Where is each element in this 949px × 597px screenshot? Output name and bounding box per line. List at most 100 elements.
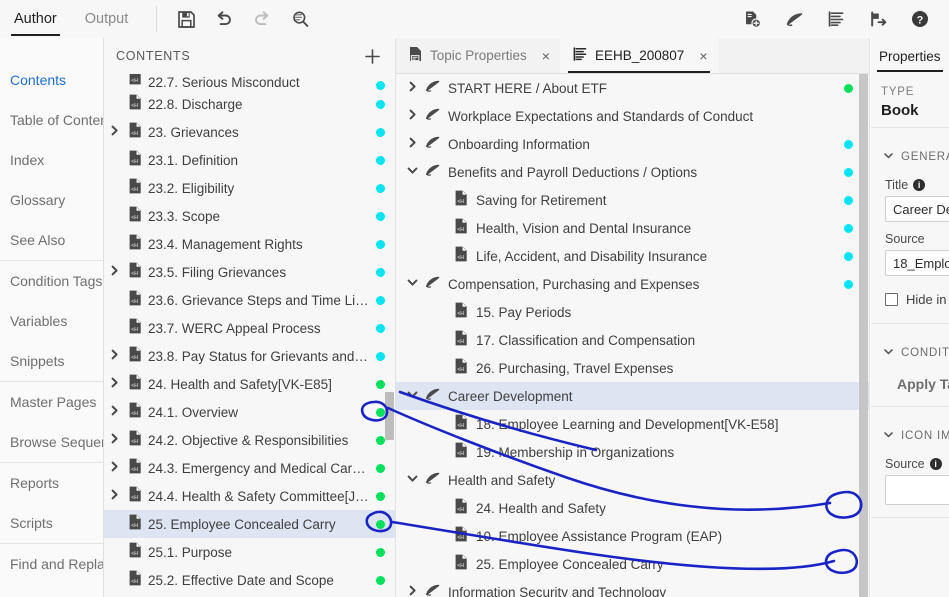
toc-tree[interactable]: START HERE / About ETF Workplace Expectat… (396, 74, 869, 597)
tab-close-icon[interactable]: × (542, 49, 550, 63)
list-item[interactable]: <H 19. Membership in Organizations (396, 438, 869, 466)
tree-twisty[interactable] (402, 163, 422, 181)
tab-properties[interactable]: Properties (871, 38, 949, 74)
table-row[interactable]: <H 25. Employee Concealed Carry (104, 510, 395, 538)
publish-button[interactable] (861, 2, 895, 36)
table-row[interactable]: <H 23.1. Definition (104, 146, 395, 174)
ribbon-tab-output[interactable]: Output (71, 0, 143, 38)
main-scrollbar-thumb[interactable] (859, 74, 868, 597)
chevron-right-icon[interactable] (109, 123, 120, 141)
table-row[interactable]: <H 24.4. Health & Safety Committee[JM… (104, 482, 395, 510)
list-item[interactable]: Information Security and Technology (396, 578, 869, 597)
info-icon[interactable]: i (929, 458, 942, 470)
table-row[interactable]: <H 23.2. Eligibility (104, 174, 395, 202)
hide-in-checkbox-row[interactable]: Hide in (881, 276, 946, 307)
icon-source-field[interactable] (885, 475, 949, 505)
tree-twisty[interactable] (402, 107, 422, 125)
table-row[interactable]: <H 23.8. Pay Status for Grievants and Re… (104, 342, 395, 370)
find-in-files-button[interactable] (283, 2, 317, 36)
icon-image-section-header[interactable]: ICON IMAG (881, 415, 949, 447)
add-content-button[interactable] (361, 45, 383, 67)
list-item[interactable]: <H 25. Employee Concealed Carry (396, 550, 869, 578)
list-item[interactable]: <H Health, Vision and Dental Insurance (396, 214, 869, 242)
chevron-right-icon[interactable] (407, 107, 418, 125)
title-field[interactable]: Career De (885, 196, 949, 222)
tree-twisty[interactable] (402, 471, 422, 489)
ribbon-tab-author[interactable]: Author (0, 0, 71, 38)
table-row[interactable]: <H 23.3. Scope (104, 202, 395, 230)
table-row[interactable]: <H 24.1. Overview (104, 398, 395, 426)
list-item[interactable]: Onboarding Information (396, 130, 869, 158)
chevron-right-icon[interactable] (109, 403, 120, 421)
sidebar-item-variables[interactable]: Variables (0, 301, 103, 341)
list-item[interactable]: <H 15. Pay Periods (396, 298, 869, 326)
list-item[interactable]: <H 17. Classification and Compensation (396, 326, 869, 354)
highlighter-button[interactable] (777, 2, 811, 36)
tree-twisty[interactable] (104, 431, 124, 449)
list-item[interactable]: <H Saving for Retirement (396, 186, 869, 214)
sidebar-item-table-of-contents[interactable]: Table of Contents (0, 100, 103, 140)
table-row[interactable]: <H 24. Health and Safety[VK-E85] (104, 370, 395, 398)
sidebar-item-find-and-replace[interactable]: Find and Replace (0, 544, 103, 584)
contents-tree[interactable]: <H 22.7. Serious Misconduct <H 22.8. Discha… (104, 74, 395, 597)
sidebar-item-scripts[interactable]: Scripts (0, 503, 103, 543)
table-row[interactable]: <H 23.6. Grievance Steps and Time Limi… (104, 286, 395, 314)
list-item[interactable]: Workplace Expectations and Standards of … (396, 102, 869, 130)
list-item[interactable]: <H 26. Purchasing, Travel Expenses (396, 354, 869, 382)
chevron-right-icon[interactable] (109, 347, 120, 365)
table-row[interactable]: <H 24.3. Emergency and Medical Care[J… (104, 454, 395, 482)
save-button[interactable] (169, 2, 203, 36)
sidebar-item-reports[interactable]: Reports (0, 463, 103, 503)
chevron-right-icon[interactable] (109, 487, 120, 505)
table-row[interactable]: <H 23.4. Management Rights (104, 230, 395, 258)
tree-twisty[interactable] (402, 79, 422, 97)
sidebar-item-glossary[interactable]: Glossary (0, 180, 103, 220)
list-item[interactable]: Benefits and Payroll Deductions / Option… (396, 158, 869, 186)
tree-twisty[interactable] (104, 375, 124, 393)
general-section-header[interactable]: GENERAL (881, 136, 949, 168)
hide-in-checkbox[interactable] (885, 293, 898, 306)
tree-twisty[interactable] (402, 275, 422, 293)
sidebar-item-master-pages[interactable]: Master Pages (0, 382, 103, 422)
new-topic-button[interactable] (735, 2, 769, 36)
source-field[interactable]: 18_Emplo (885, 250, 949, 276)
tree-twisty[interactable] (104, 487, 124, 505)
chevron-down-icon[interactable] (407, 387, 418, 405)
table-row[interactable]: <H 22.8. Discharge (104, 90, 395, 118)
info-icon[interactable]: i (913, 179, 926, 191)
tree-twisty[interactable] (402, 135, 422, 153)
tree-twisty[interactable] (104, 459, 124, 477)
tab-eehb-200807[interactable]: EEHB_200807 × (559, 38, 718, 73)
tree-twisty[interactable] (104, 347, 124, 365)
conditions-section-header[interactable]: CONDITIO (881, 332, 949, 364)
list-item[interactable]: Career Development (396, 382, 869, 410)
chevron-right-icon[interactable] (109, 375, 120, 393)
list-item[interactable]: Health and Safety (396, 466, 869, 494)
chevron-right-icon[interactable] (109, 263, 120, 281)
chevron-down-icon[interactable] (407, 275, 418, 293)
chevron-right-icon[interactable] (407, 79, 418, 97)
chevron-down-icon[interactable] (407, 471, 418, 489)
tree-twisty[interactable] (402, 583, 422, 597)
table-row[interactable]: <H 24.2. Objective & Responsibilities (104, 426, 395, 454)
sidebar-item-condition-tags[interactable]: Condition Tags (0, 261, 103, 301)
sidebar-item-browse-sequences[interactable]: Browse Sequences (0, 422, 103, 462)
chevron-right-icon[interactable] (109, 459, 120, 477)
tab-topic-properties[interactable]: Topic Properties × (396, 38, 560, 73)
tab-close-icon[interactable]: × (699, 49, 707, 63)
list-item[interactable]: START HERE / About ETF (396, 74, 869, 102)
contents-scrollbar-thumb[interactable] (385, 392, 394, 440)
help-button[interactable]: ? (903, 2, 937, 36)
sidebar-item-contents[interactable]: Contents (0, 60, 103, 100)
chevron-down-icon[interactable] (407, 163, 418, 181)
redo-button[interactable] (245, 2, 279, 36)
list-item[interactable]: <H 18. Employee Learning and Development[… (396, 410, 869, 438)
tree-twisty[interactable] (104, 263, 124, 281)
table-row[interactable]: <H 23. Grievances (104, 118, 395, 146)
table-row[interactable]: <H 25.1. Purpose (104, 538, 395, 566)
table-row[interactable]: <H 23.5. Filing Grievances (104, 258, 395, 286)
contents-scrollbar[interactable] (385, 74, 395, 597)
chevron-right-icon[interactable] (109, 431, 120, 449)
list-item[interactable]: <H Life, Accident, and Disability Insuran… (396, 242, 869, 270)
main-scrollbar[interactable] (859, 74, 869, 597)
